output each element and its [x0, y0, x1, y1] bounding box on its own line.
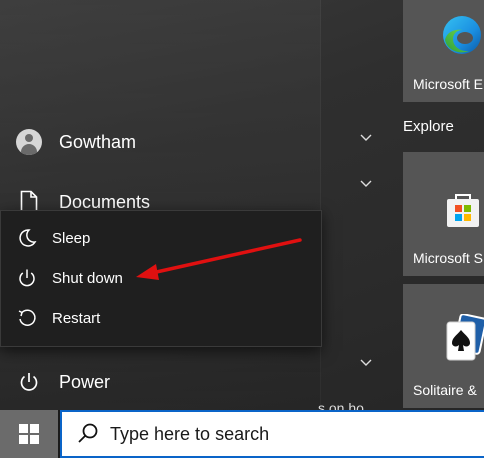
taskbar-search-box[interactable]: Type here to search: [60, 410, 484, 458]
windows-logo-icon: [19, 424, 39, 444]
power-icon: [16, 267, 38, 289]
tile-label: Solitaire &: [413, 382, 477, 398]
search-placeholder: Type here to search: [110, 423, 270, 444]
shut-down-label: Shut down: [52, 269, 123, 287]
restart-label: Restart: [52, 309, 101, 327]
sleep-label: Sleep: [52, 229, 91, 247]
chevron-down-icon[interactable]: [358, 357, 374, 369]
solitaire-icon: [441, 313, 484, 367]
tile-solitaire[interactable]: Solitaire &: [403, 284, 484, 408]
search-icon: [78, 423, 98, 443]
chevron-down-icon[interactable]: [358, 178, 374, 190]
edge-icon: [441, 14, 483, 61]
power-icon: [15, 368, 43, 396]
annotation-arrow: [136, 238, 302, 280]
tile-label: Microsoft S: [413, 250, 484, 266]
power-label: Power: [59, 371, 111, 392]
user-account-item[interactable]: Gowtham: [0, 122, 320, 162]
tile-microsoft-edge[interactable]: Microsoft E: [403, 0, 484, 102]
restart-icon: [16, 307, 38, 329]
chevron-down-icon[interactable]: [358, 132, 374, 144]
user-name: Gowtham: [59, 131, 137, 152]
start-button[interactable]: [0, 410, 58, 458]
restart-menu-item[interactable]: Restart: [1, 298, 321, 338]
tile-group-label: Explore: [403, 118, 454, 135]
person-icon: [15, 128, 43, 156]
moon-icon: [16, 227, 38, 249]
tile-microsoft-store[interactable]: Microsoft S: [403, 152, 484, 276]
tile-label: Microsoft E: [413, 76, 484, 92]
power-item[interactable]: Power: [0, 362, 320, 402]
store-icon: [443, 190, 483, 235]
